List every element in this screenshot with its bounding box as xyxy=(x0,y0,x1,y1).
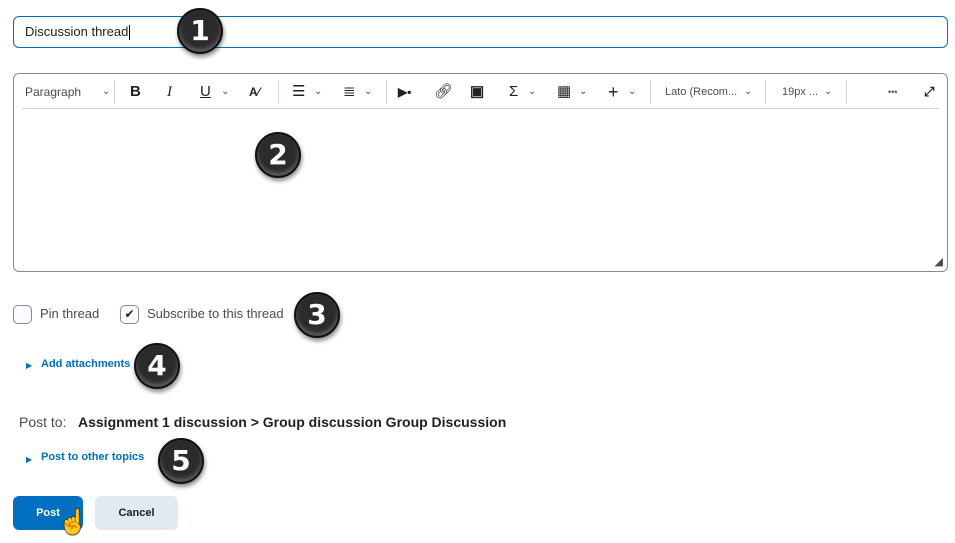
bold-button[interactable]: B xyxy=(130,82,141,102)
table-icon[interactable]: ▦ xyxy=(557,82,571,102)
divider xyxy=(765,80,766,104)
hand-cursor-icon: ☝ xyxy=(58,509,88,536)
divider xyxy=(650,80,651,104)
insert-icon[interactable]: + xyxy=(608,82,619,102)
link-icon[interactable]: 🔗︎ xyxy=(434,82,453,102)
resize-handle-icon[interactable]: ◢ xyxy=(935,255,943,268)
cancel-button[interactable]: Cancel xyxy=(95,496,178,530)
post-to-destination: Assignment 1 discussion > Group discussi… xyxy=(78,414,507,430)
image-icon[interactable]: ▣ xyxy=(470,82,484,102)
chevron-down-icon[interactable]: ⌄ xyxy=(221,82,229,102)
font-size-dropdown[interactable]: 19px ... xyxy=(782,82,818,102)
chevron-down-icon[interactable]: ⌄ xyxy=(528,82,536,102)
list-icon[interactable]: ≣ xyxy=(343,82,356,102)
callout-badge: 2 xyxy=(255,132,301,178)
rich-text-editor[interactable]: Paragraph ⌄ B I U ⌄ A⁄ ☰ ⌄ ≣ ⌄ ▶▪ 🔗︎ ▣ Σ… xyxy=(13,73,948,272)
subscribe-checkbox[interactable]: ✔ xyxy=(120,305,139,324)
chevron-down-icon[interactable]: ⌄ xyxy=(824,82,832,102)
callout-badge: 3 xyxy=(294,292,340,338)
chevron-down-icon[interactable]: ⌄ xyxy=(744,82,752,102)
fullscreen-icon[interactable]: ⤢ xyxy=(924,82,934,102)
add-attachments-link[interactable]: Add attachments xyxy=(41,358,130,370)
underline-button[interactable]: U xyxy=(200,82,211,102)
align-icon[interactable]: ☰ xyxy=(292,82,305,102)
post-to-label: Post to: xyxy=(19,414,67,430)
callout-badge: 4 xyxy=(134,343,180,389)
post-to-other-topics-link[interactable]: Post to other topics xyxy=(41,451,144,463)
editor-toolbar: Paragraph ⌄ B I U ⌄ A⁄ ☰ ⌄ ≣ ⌄ ▶▪ 🔗︎ ▣ Σ… xyxy=(22,74,939,109)
chevron-down-icon[interactable]: ⌄ xyxy=(102,82,110,102)
expand-triangle-icon: ▶ xyxy=(26,361,33,370)
format-dropdown[interactable]: Paragraph xyxy=(25,82,81,102)
font-family-dropdown[interactable]: Lato (Recom... xyxy=(665,82,737,102)
media-icon[interactable]: ▶▪ xyxy=(398,82,411,102)
subscribe-label: Subscribe to this thread xyxy=(147,306,284,321)
italic-button[interactable]: I xyxy=(167,82,172,102)
divider xyxy=(386,80,387,104)
callout-badge: 5 xyxy=(158,438,204,484)
divider xyxy=(278,80,279,104)
text-color-icon[interactable]: A⁄ xyxy=(249,82,260,102)
chevron-down-icon[interactable]: ⌄ xyxy=(364,82,372,102)
chevron-down-icon[interactable]: ⌄ xyxy=(579,82,587,102)
chevron-down-icon[interactable]: ⌄ xyxy=(628,82,636,102)
callout-badge: 1 xyxy=(177,8,223,54)
divider xyxy=(114,80,115,104)
more-options-icon[interactable]: ••• xyxy=(888,82,897,102)
thread-title-input[interactable]: Discussion thread xyxy=(13,16,948,48)
expand-triangle-icon: ▶ xyxy=(26,455,33,464)
equation-icon[interactable]: Σ xyxy=(509,82,518,102)
pin-thread-checkbox[interactable] xyxy=(13,305,32,324)
chevron-down-icon[interactable]: ⌄ xyxy=(314,82,322,102)
pin-thread-label: Pin thread xyxy=(40,306,100,321)
divider xyxy=(846,80,847,104)
checkmark-icon: ✔ xyxy=(124,307,135,321)
